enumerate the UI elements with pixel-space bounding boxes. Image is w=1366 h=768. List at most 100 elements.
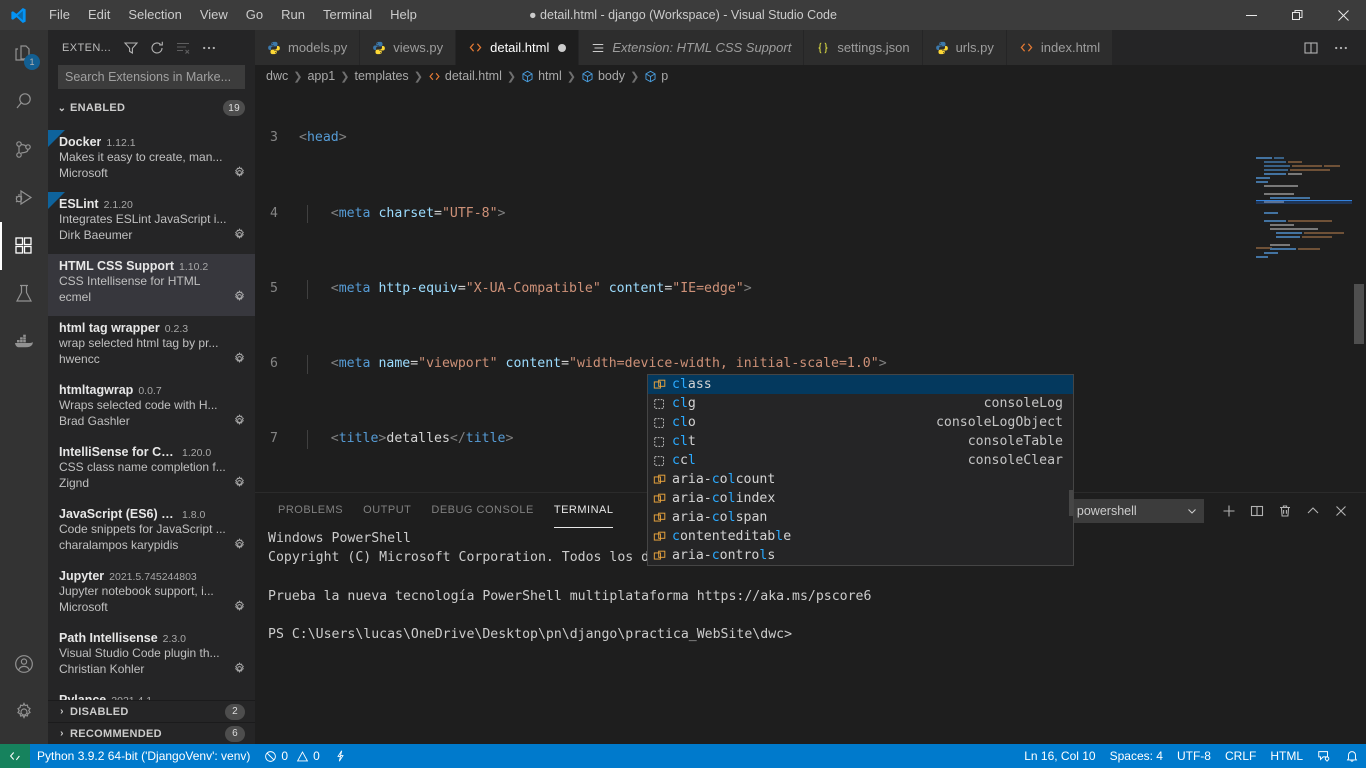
gear-icon[interactable] [232, 599, 247, 614]
python-interpreter-status[interactable]: Python 3.9.2 64-bit ('DjangoVenv': venv) [30, 744, 257, 768]
restore-icon[interactable] [1274, 0, 1320, 30]
filter-icon[interactable] [119, 36, 143, 60]
activity-run-debug-icon[interactable] [0, 174, 48, 222]
suggestion-item[interactable]: clg consoleLog [648, 394, 1073, 413]
breadcrumb-p[interactable]: p [644, 69, 668, 83]
activity-source-control-icon[interactable] [0, 126, 48, 174]
extension-item[interactable]: HTML CSS Support 1.10.2 CSS Intellisense… [48, 254, 255, 316]
activity-docker-icon[interactable] [0, 318, 48, 366]
ports-icon[interactable] [327, 744, 354, 768]
gear-icon[interactable] [232, 537, 247, 552]
suggestion-scrollbar[interactable] [1069, 490, 1073, 516]
suggestion-item[interactable]: aria-colindex [648, 489, 1073, 508]
menu-edit[interactable]: Edit [79, 0, 119, 30]
split-terminal-icon[interactable] [1244, 498, 1270, 524]
eol-status[interactable]: CRLF [1218, 744, 1263, 768]
gear-icon[interactable] [232, 475, 247, 490]
activity-explorer-icon[interactable]: 1 [0, 30, 48, 78]
editor-scrollbar-thumb[interactable] [1354, 284, 1364, 344]
encoding-status[interactable]: UTF-8 [1170, 744, 1218, 768]
breadcrumb-body[interactable]: body [581, 69, 625, 83]
tab-settings-json[interactable]: settings.json [804, 30, 923, 65]
section-disabled[interactable]: › DISABLED 2 [48, 700, 255, 722]
suggestion-item[interactable]: clt consoleTable [648, 432, 1073, 451]
panel-tab-problems[interactable]: PROBLEMS [268, 493, 353, 528]
explorer-badge: 1 [24, 54, 40, 70]
problems-status[interactable]: 0 0 [257, 744, 326, 768]
extension-item[interactable]: Docker 1.12.1 Makes it easy to create, m… [48, 130, 255, 192]
cursor-position-status[interactable]: Ln 16, Col 10 [1017, 744, 1102, 768]
breadcrumb-dwc[interactable]: dwc [266, 69, 288, 83]
tab-views-py[interactable]: views.py [360, 30, 457, 65]
menu-go[interactable]: Go [237, 0, 272, 30]
breadcrumb-detail-html[interactable]: detail.html [428, 69, 502, 83]
close-panel-icon[interactable] [1328, 498, 1354, 524]
menu-file[interactable]: File [40, 0, 79, 30]
extension-item[interactable]: IntelliSense for CS... 1.20.0 CSS class … [48, 440, 255, 502]
menu-selection[interactable]: Selection [119, 0, 190, 30]
menu-help[interactable]: Help [381, 0, 426, 30]
panel-tab-terminal[interactable]: TERMINAL [544, 493, 624, 528]
breadcrumb-html[interactable]: html [521, 69, 562, 83]
breadcrumb-app1[interactable]: app1 [307, 69, 335, 83]
extension-item[interactable]: ESLint 2.1.20 Integrates ESLint JavaScri… [48, 192, 255, 254]
tab-index-html[interactable]: index.html [1006, 30, 1114, 65]
language-mode-status[interactable]: HTML [1263, 744, 1310, 768]
remote-window-icon[interactable] [0, 744, 30, 768]
clear-list-icon[interactable] [171, 36, 195, 60]
feedback-icon[interactable] [1310, 744, 1338, 768]
gear-icon[interactable] [232, 661, 247, 676]
suggestion-item[interactable]: aria-colcount [648, 470, 1073, 489]
activity-extensions-icon[interactable] [0, 222, 48, 270]
gear-icon[interactable] [232, 351, 247, 366]
search-extensions-input[interactable] [58, 65, 245, 89]
suggestion-item[interactable]: ccl consoleClear [648, 451, 1073, 470]
extension-item[interactable]: JavaScript (ES6) co... 1.8.0 Code snippe… [48, 502, 255, 564]
menu-view[interactable]: View [191, 0, 237, 30]
extension-item[interactable]: html tag wrapper 0.2.3 wrap selected htm… [48, 316, 255, 378]
suggestion-item[interactable]: class [648, 375, 1073, 394]
refresh-icon[interactable] [145, 36, 169, 60]
tab-extension-html-css-support[interactable]: Extension: HTML CSS Support [579, 30, 805, 65]
extensions-list[interactable]: Docker 1.12.1 Makes it easy to create, m… [48, 130, 255, 704]
close-icon[interactable] [1320, 0, 1366, 30]
tab-detail-html[interactable]: detail.html [456, 30, 580, 65]
breadcrumb-templates[interactable]: templates [354, 69, 408, 83]
activity-settings-icon[interactable] [0, 688, 48, 736]
activity-accounts-icon[interactable] [0, 640, 48, 688]
more-actions-icon[interactable] [1328, 35, 1354, 61]
new-terminal-icon[interactable] [1216, 498, 1242, 524]
gear-icon[interactable] [232, 165, 247, 180]
indentation-status[interactable]: Spaces: 4 [1103, 744, 1170, 768]
menu-terminal[interactable]: Terminal [314, 0, 381, 30]
chevron-right-icon: ❯ [506, 70, 517, 83]
section-recommended[interactable]: › RECOMMENDED 6 [48, 722, 255, 744]
extension-item[interactable]: htmltagwrap 0.0.7 Wraps selected code wi… [48, 378, 255, 440]
maximize-panel-icon[interactable] [1300, 498, 1326, 524]
suggestion-item[interactable]: aria-colspan [648, 508, 1073, 527]
menu-run[interactable]: Run [272, 0, 314, 30]
section-enabled[interactable]: ⌄ ENABLED 19 [48, 97, 255, 119]
tab-urls-py[interactable]: urls.py [922, 30, 1007, 65]
suggestion-item[interactable]: clo consoleLogObject [648, 413, 1073, 432]
notifications-icon[interactable] [1338, 744, 1366, 768]
activity-testing-icon[interactable] [0, 270, 48, 318]
suggestion-item[interactable]: contenteditable [648, 527, 1073, 546]
more-actions-icon[interactable] [197, 36, 221, 60]
extension-item[interactable]: Path Intellisense 2.3.0 Visual Studio Co… [48, 626, 255, 688]
kill-terminal-icon[interactable] [1272, 498, 1298, 524]
minimize-icon[interactable] [1228, 0, 1274, 30]
gear-icon[interactable] [232, 227, 247, 242]
activity-search-icon[interactable] [0, 78, 48, 126]
terminal-select[interactable]: 1: powershell [1054, 498, 1204, 523]
panel-tab-output[interactable]: OUTPUT [353, 493, 421, 528]
split-editor-icon[interactable] [1298, 35, 1324, 61]
gear-icon[interactable] [232, 289, 247, 304]
extension-item[interactable]: Jupyter 2021.5.745244803 Jupyter noteboo… [48, 564, 255, 626]
suggestion-widget[interactable]: class clg consoleLog clo consoleLogObjec… [647, 374, 1074, 566]
suggestion-item[interactable]: aria-controls [648, 546, 1073, 565]
tab-models-py[interactable]: models.py [255, 30, 361, 65]
gear-icon[interactable] [232, 413, 247, 428]
editor-scrollbar[interactable] [1352, 144, 1366, 492]
panel-tab-debug-console[interactable]: DEBUG CONSOLE [421, 493, 543, 528]
